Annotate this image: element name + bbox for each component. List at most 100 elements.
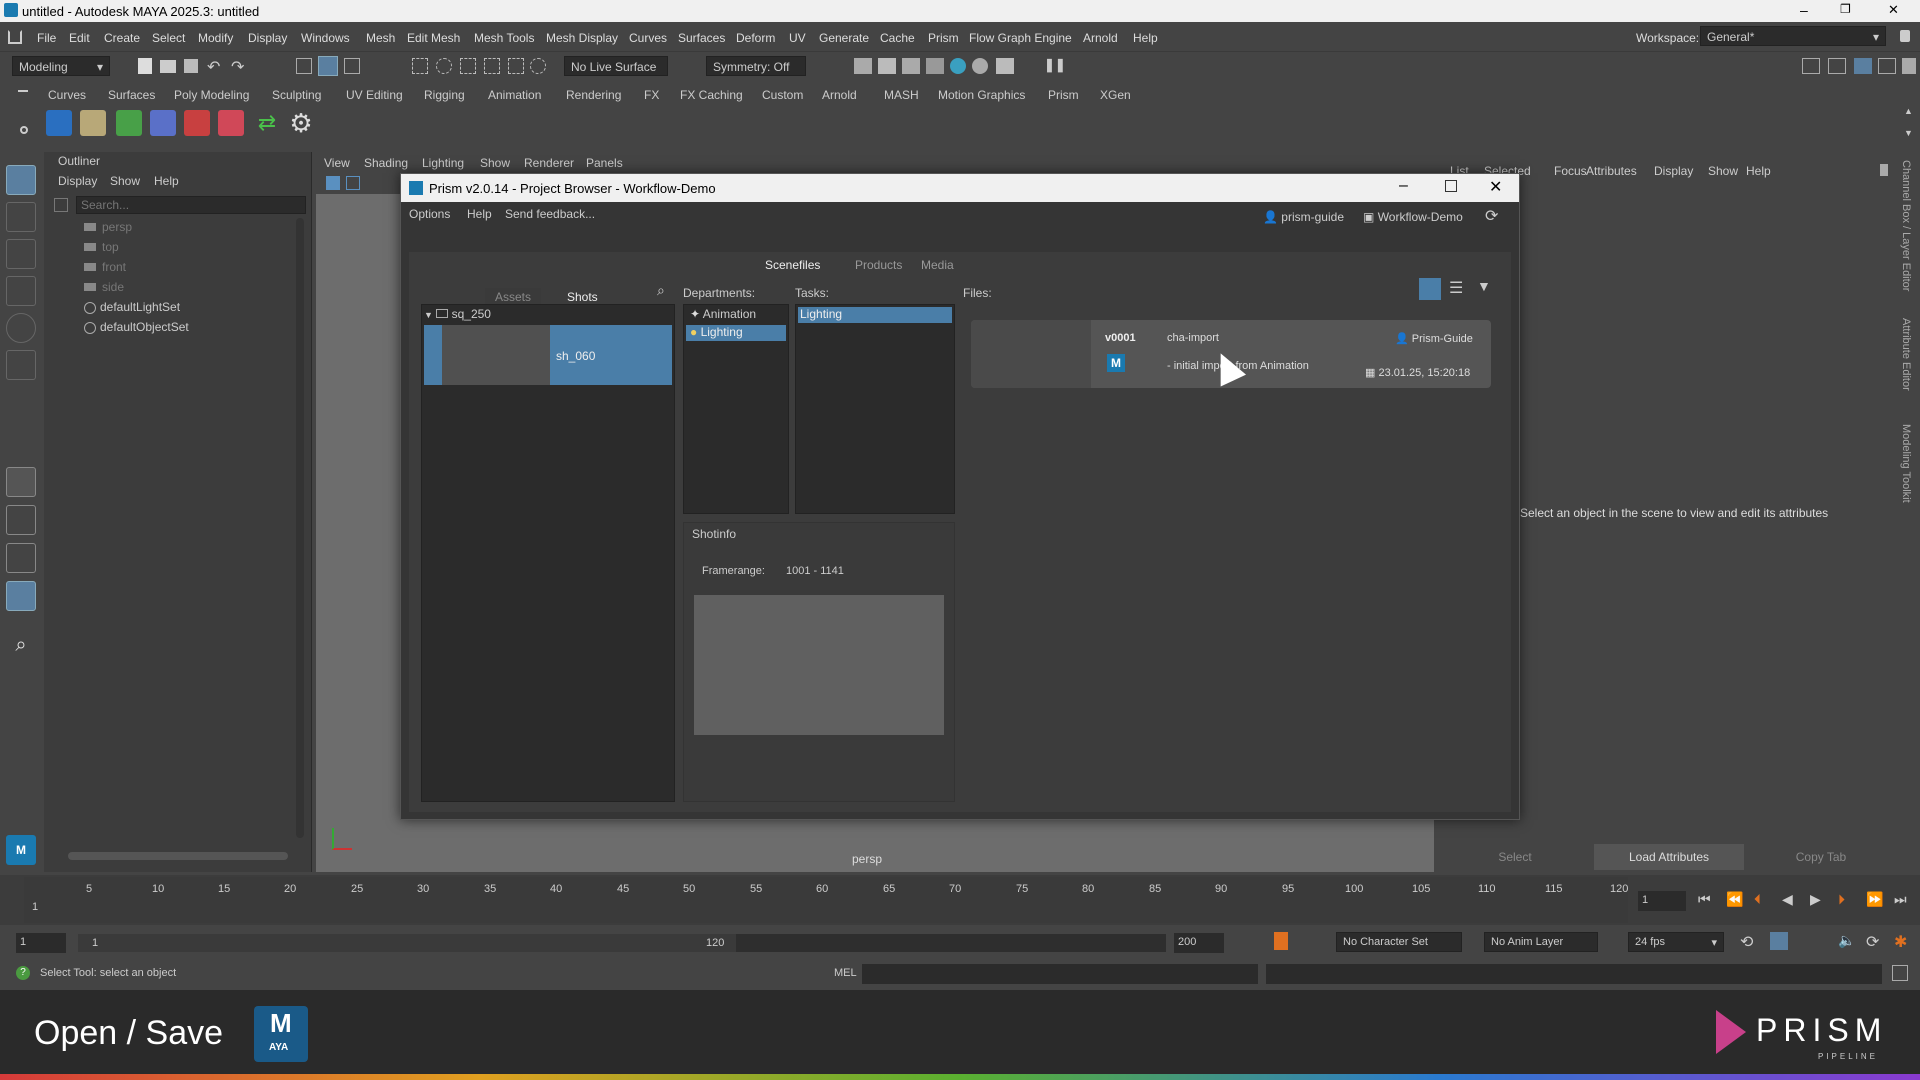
outliner-layout-icon[interactable] bbox=[6, 581, 36, 611]
persp-outliner-layout-icon[interactable] bbox=[6, 543, 36, 573]
snap-to-grid-icon[interactable] bbox=[412, 58, 428, 74]
prism-import-icon[interactable] bbox=[184, 110, 210, 136]
attr-menu-display[interactable]: Display bbox=[1654, 164, 1693, 178]
attr-load-attributes-button[interactable]: Load Attributes bbox=[1594, 844, 1744, 870]
attr-select-button[interactable]: Select bbox=[1440, 844, 1590, 870]
viewport-menu-renderer[interactable]: Renderer bbox=[524, 156, 574, 170]
pin-icon[interactable] bbox=[1880, 164, 1888, 176]
single-perspective-view-icon[interactable] bbox=[6, 467, 36, 497]
range-start-field[interactable]: 1 bbox=[16, 933, 66, 953]
viewport-menu-shading[interactable]: Shading bbox=[364, 156, 408, 170]
shelf-tab-uv-editing[interactable]: UV Editing bbox=[346, 88, 403, 102]
lock-icon[interactable] bbox=[1900, 30, 1910, 42]
list-view-icon[interactable]: ☰ bbox=[1449, 278, 1463, 298]
range-slider-inner[interactable] bbox=[78, 934, 736, 952]
select-by-object-icon[interactable] bbox=[318, 56, 338, 76]
shelf-tab-rigging[interactable]: Rigging bbox=[424, 88, 465, 102]
menu-curves[interactable]: Curves bbox=[629, 31, 667, 45]
detail-view-icon[interactable] bbox=[1419, 278, 1441, 300]
live-surface-field[interactable]: No Live Surface bbox=[564, 56, 668, 76]
prism-project-indicator[interactable]: ▣ Workflow-Demo bbox=[1363, 210, 1463, 224]
menu-mesh-tools[interactable]: Mesh Tools bbox=[474, 31, 534, 45]
prism-tab-products[interactable]: Products bbox=[855, 258, 902, 272]
outliner-search-input[interactable] bbox=[76, 196, 306, 214]
menu-select[interactable]: Select bbox=[152, 31, 185, 45]
script-editor-icon[interactable] bbox=[1892, 965, 1908, 981]
shelf-tab-rendering[interactable]: Rendering bbox=[566, 88, 621, 102]
outliner-item-persp[interactable]: persp bbox=[84, 220, 132, 234]
shelf-scroll-down-icon[interactable]: ▼ bbox=[1904, 128, 1913, 138]
move-tool-icon[interactable] bbox=[6, 276, 36, 306]
shelf-tab-curves[interactable]: Curves bbox=[48, 88, 86, 102]
step-back-key-icon[interactable]: ⏪ bbox=[1726, 891, 1743, 908]
cache-playback-icon[interactable] bbox=[1770, 932, 1788, 950]
shelf-tab-mash[interactable]: MASH bbox=[884, 88, 919, 102]
open-scene-icon[interactable] bbox=[160, 60, 176, 73]
snap-to-curve-icon[interactable] bbox=[436, 58, 452, 74]
side-tab-modeling-toolkit[interactable]: Modeling Toolkit bbox=[1900, 424, 1912, 503]
range-slider[interactable]: 1 120 bbox=[78, 934, 1166, 952]
shelf-tab-motion-graphics[interactable]: Motion Graphics bbox=[938, 88, 1025, 102]
render-settings-icon[interactable] bbox=[926, 58, 944, 74]
shelf-tab-arnold[interactable]: Arnold bbox=[822, 88, 857, 102]
prism-minimize-button[interactable]: – bbox=[1399, 177, 1408, 195]
task-lighting[interactable]: Lighting bbox=[798, 307, 952, 323]
step-forward-key-icon[interactable]: ⏩ bbox=[1866, 891, 1883, 908]
snap-to-view-icon[interactable] bbox=[484, 58, 500, 74]
render-current-frame-icon[interactable] bbox=[878, 58, 896, 74]
render-sequence-icon[interactable] bbox=[996, 58, 1014, 74]
outliner-item-front[interactable]: front bbox=[84, 260, 126, 274]
menu-flow-graph-engine[interactable]: Flow Graph Engine bbox=[969, 31, 1072, 45]
menu-mesh[interactable]: Mesh bbox=[366, 31, 395, 45]
shelf-tab-xgen[interactable]: XGen bbox=[1100, 88, 1131, 102]
attr-copy-tab-button[interactable]: Copy Tab bbox=[1746, 844, 1896, 870]
prism-save-extended-icon[interactable] bbox=[150, 110, 176, 136]
minimize-button[interactable]: – bbox=[1800, 2, 1808, 18]
step-back-frame-icon[interactable]: ⏴ bbox=[1754, 891, 1761, 908]
outliner-horizontal-scrollbar[interactable] bbox=[68, 852, 288, 860]
menu-create[interactable]: Create bbox=[104, 31, 140, 45]
pause-icon[interactable]: ❚❚ bbox=[1044, 57, 1066, 73]
four-view-icon[interactable] bbox=[6, 505, 36, 535]
ipr-render-icon[interactable] bbox=[902, 58, 920, 74]
menu-edit[interactable]: Edit bbox=[69, 31, 90, 45]
undo-icon[interactable]: ↶ bbox=[207, 57, 220, 77]
attr-menu-focus[interactable]: Focus bbox=[1554, 164, 1587, 178]
prism-menu-options[interactable]: Options bbox=[409, 207, 450, 221]
menu-edit-mesh[interactable]: Edit Mesh bbox=[407, 31, 460, 45]
menu-uv[interactable]: UV bbox=[789, 31, 806, 45]
department-lighting[interactable]: ● Lighting bbox=[686, 325, 786, 341]
scale-tool-icon[interactable] bbox=[6, 350, 36, 380]
prism-export-icon[interactable] bbox=[218, 110, 244, 136]
menu-deform[interactable]: Deform bbox=[736, 31, 775, 45]
show-tool-settings-icon[interactable] bbox=[1854, 58, 1872, 74]
attr-menu-show[interactable]: Show bbox=[1708, 164, 1738, 178]
outliner-menu-show[interactable]: Show bbox=[110, 174, 140, 188]
shelf-tab-surfaces[interactable]: Surfaces bbox=[108, 88, 155, 102]
home-icon[interactable] bbox=[8, 30, 22, 44]
prism-maximize-button[interactable] bbox=[1445, 180, 1457, 192]
shelf-tab-sculpting[interactable]: Sculpting bbox=[272, 88, 321, 102]
prism-save-icon[interactable] bbox=[46, 110, 72, 136]
loop-icon[interactable]: ⟲ bbox=[1740, 932, 1753, 952]
outliner-menu-display[interactable]: Display bbox=[58, 174, 97, 188]
shelf-tab-animation[interactable]: Animation bbox=[488, 88, 541, 102]
menu-cache[interactable]: Cache bbox=[880, 31, 915, 45]
show-channel-box-icon[interactable] bbox=[1878, 58, 1896, 74]
menu-modify[interactable]: Modify bbox=[198, 31, 233, 45]
outliner-item-top[interactable]: top bbox=[84, 240, 119, 254]
play-backwards-icon[interactable]: ◀ bbox=[1782, 891, 1793, 908]
prism-tab-scenefiles[interactable]: Scenefiles bbox=[765, 258, 820, 272]
viewport-menu-show[interactable]: Show bbox=[480, 156, 510, 170]
sequence-row[interactable]: ▼ sq_250 bbox=[424, 307, 672, 323]
shelf-scroll-up-icon[interactable]: ▲ bbox=[1904, 106, 1913, 116]
render-view-icon[interactable] bbox=[854, 58, 872, 74]
attr-menu-attributes[interactable]: Attributes bbox=[1586, 164, 1637, 178]
arnold-render-icon[interactable] bbox=[972, 58, 988, 74]
play-forwards-icon[interactable]: ▶ bbox=[1810, 891, 1821, 908]
anim-layer-dropdown[interactable]: No Anim Layer bbox=[1484, 932, 1598, 952]
time-slider[interactable]: 1 5 10 15 20 25 30 35 40 45 50 55 60 65 … bbox=[0, 875, 1920, 925]
prism-close-button[interactable]: ✕ bbox=[1489, 177, 1502, 197]
menu-help[interactable]: Help bbox=[1133, 31, 1158, 45]
menu-surfaces[interactable]: Surfaces bbox=[678, 31, 725, 45]
